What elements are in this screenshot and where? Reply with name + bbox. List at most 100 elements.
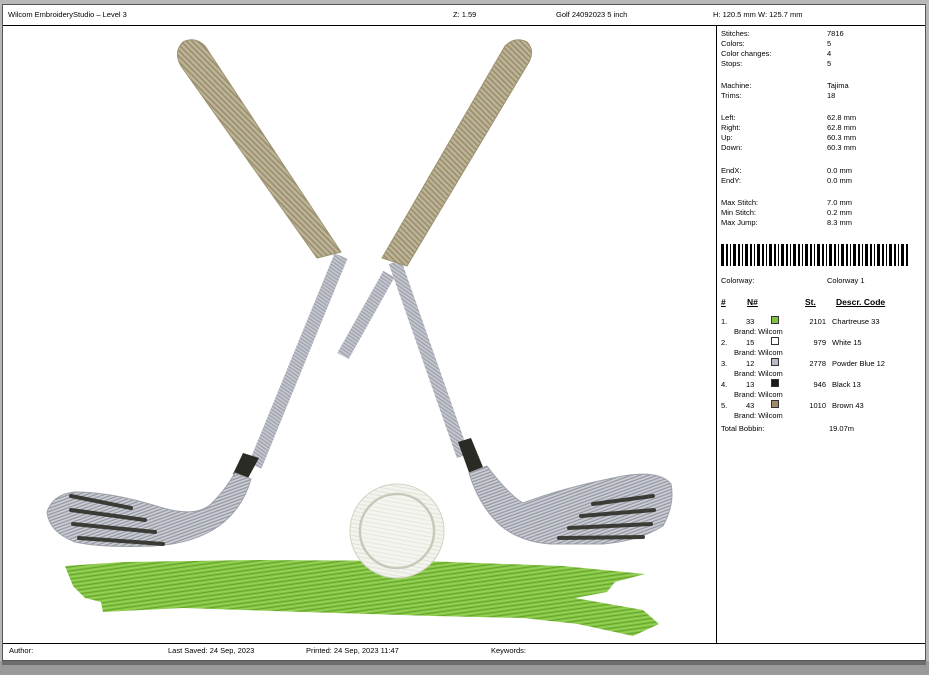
barcode-bar bbox=[889, 244, 892, 266]
stat-label: Machine: bbox=[721, 81, 752, 90]
barcode-bar bbox=[906, 244, 908, 266]
barcode-bar bbox=[898, 244, 899, 266]
barcode-bar bbox=[834, 244, 836, 266]
barcode-bar bbox=[774, 244, 776, 266]
stat-value: 62.8 mm bbox=[827, 123, 857, 132]
keywords-label: Keywords: bbox=[491, 646, 527, 655]
thread-index: 1. bbox=[721, 317, 728, 326]
barcode-bar bbox=[858, 244, 860, 266]
stat-label: Down: bbox=[721, 143, 743, 152]
thread-number: 12 bbox=[746, 359, 755, 368]
stat-value: 60.3 mm bbox=[827, 133, 857, 142]
design-dimensions: H: 120.5 mm W: 125.7 mm bbox=[713, 10, 803, 19]
thread-brand: Brand: Wilcom bbox=[734, 348, 783, 357]
barcode-bar bbox=[754, 244, 755, 266]
barcode-bar bbox=[817, 244, 820, 266]
stat-value: Tajima bbox=[827, 81, 849, 90]
thread-brand: Brand: Wilcom bbox=[734, 411, 783, 420]
zoom-level: Z: 1.59 bbox=[453, 10, 477, 19]
stat-value: 4 bbox=[827, 49, 832, 58]
total-bobbin-value: 19.07m bbox=[829, 424, 855, 433]
barcode-bar bbox=[798, 244, 800, 266]
panel-divider bbox=[716, 25, 717, 643]
barcode-bar bbox=[850, 244, 851, 266]
barcode-bar bbox=[745, 244, 748, 266]
print-preview-sheet: Wilcom EmbroideryStudio – Level 3 Z: 1.5… bbox=[2, 4, 926, 661]
barcode-bar bbox=[738, 244, 740, 266]
barcode-bar bbox=[901, 244, 904, 266]
stat-label: EndY: bbox=[721, 176, 742, 185]
thread-index: 3. bbox=[721, 359, 728, 368]
stat-value: 7.0 mm bbox=[827, 198, 853, 207]
barcode-bar bbox=[802, 244, 803, 266]
golf-ball bbox=[349, 483, 445, 579]
barcode-bar bbox=[829, 244, 832, 266]
thread-color-swatch bbox=[771, 337, 779, 345]
stat-row: Colors: 5 bbox=[721, 39, 921, 49]
stat-row: Machine: Tajima bbox=[721, 81, 921, 91]
stat-label: Up: bbox=[721, 133, 733, 142]
stat-row: Right: 62.8 mm bbox=[721, 123, 921, 133]
barcode-bar bbox=[846, 244, 848, 266]
barcode-bar bbox=[805, 244, 808, 266]
stat-row: Stitches: 7816 bbox=[721, 29, 921, 39]
right-golf-club bbox=[381, 39, 673, 545]
col-header-description: Descr. Code bbox=[836, 297, 886, 307]
thread-number: 13 bbox=[746, 380, 755, 389]
col-header-stitches: St. bbox=[805, 297, 816, 307]
author-label: Author: bbox=[9, 646, 34, 655]
stat-label: Stitches: bbox=[721, 29, 750, 38]
thread-stitches: 2101 bbox=[809, 317, 826, 326]
barcode-bar bbox=[786, 244, 788, 266]
stat-value: 7816 bbox=[827, 29, 844, 38]
last-saved: Last Saved: 24 Sep, 2023 bbox=[168, 646, 255, 655]
barcode-bar bbox=[822, 244, 824, 266]
thread-brand: Brand: Wilcom bbox=[734, 327, 783, 336]
barcode-bar bbox=[762, 244, 764, 266]
left-golf-club bbox=[46, 39, 348, 547]
design-name: Golf 24092023 5 inch bbox=[556, 10, 628, 19]
barcode-bar bbox=[750, 244, 752, 266]
stat-label: Trims: bbox=[721, 91, 742, 100]
barcode-bar bbox=[814, 244, 815, 266]
colorway-value: Colorway 1 bbox=[827, 276, 865, 285]
barcode-bar bbox=[730, 244, 731, 266]
barcode-bar bbox=[894, 244, 896, 266]
stat-label: Color changes: bbox=[721, 49, 772, 58]
total-bobbin-label: Total Bobbin: bbox=[721, 424, 765, 433]
barcode-bar bbox=[841, 244, 844, 266]
thread-description: Powder Blue 12 bbox=[832, 359, 885, 368]
thread-row: 4. 13 946 Black 13 Brand: Wilcom bbox=[721, 379, 921, 401]
stat-row: Stops: 5 bbox=[721, 59, 921, 69]
stat-value: 62.8 mm bbox=[827, 113, 857, 122]
thread-stitches: 946 bbox=[813, 380, 826, 389]
embroidery-design-preview bbox=[46, 39, 673, 636]
thread-number: 33 bbox=[746, 317, 755, 326]
design-info-panel: Stitches: 7816 Colors: 5 Color changes: 4 Stop… bbox=[719, 26, 925, 643]
thread-color-swatch bbox=[771, 316, 779, 324]
thread-index: 4. bbox=[721, 380, 728, 389]
thread-stitches: 2778 bbox=[809, 359, 826, 368]
stat-value: 5 bbox=[827, 39, 832, 48]
stat-row: Max Stitch: 7.0 mm bbox=[721, 198, 921, 208]
barcode-bar bbox=[853, 244, 856, 266]
stat-label: Min Stitch: bbox=[721, 208, 757, 217]
thread-row: 2. 15 979 White 15 Brand: Wilcom bbox=[721, 337, 921, 359]
thread-stitches: 1010 bbox=[809, 401, 826, 410]
stat-row: Max Jump: 8.3 mm bbox=[721, 218, 921, 228]
stat-label: Max Stitch: bbox=[721, 198, 759, 207]
barcode-bar bbox=[862, 244, 863, 266]
footer-divider bbox=[3, 643, 925, 644]
barcode-bar bbox=[733, 244, 736, 266]
thread-index: 5. bbox=[721, 401, 728, 410]
barcode-bar bbox=[766, 244, 767, 266]
stat-value: 0.0 mm bbox=[827, 176, 853, 185]
barcode-bar bbox=[877, 244, 880, 266]
barcode-bar bbox=[781, 244, 784, 266]
stat-label: Stops: bbox=[721, 59, 743, 68]
stat-row: EndX: 0.0 mm bbox=[721, 166, 921, 176]
colorway-label: Colorway: bbox=[721, 276, 755, 285]
thread-index: 2. bbox=[721, 338, 728, 347]
thread-color-swatch bbox=[771, 358, 779, 366]
thread-description: White 15 bbox=[832, 338, 862, 347]
